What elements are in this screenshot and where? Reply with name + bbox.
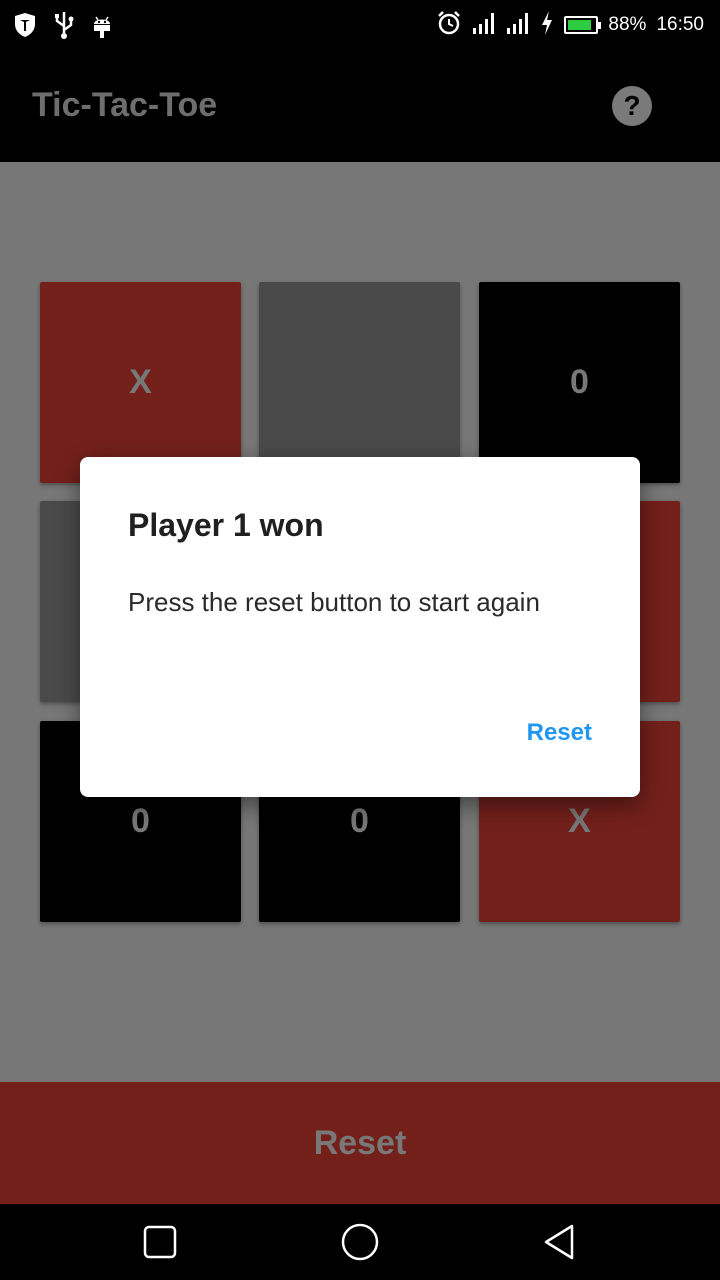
cell-mark: 0: [131, 802, 150, 840]
battery-icon: [564, 16, 602, 34]
alarm-icon: [436, 10, 462, 40]
home-icon[interactable]: [340, 1222, 380, 1266]
cell-mark: X: [568, 802, 591, 840]
board-cell[interactable]: [259, 282, 460, 483]
battery-percent: 88%: [608, 14, 647, 35]
game-over-dialog: Player 1 won Press the reset button to s…: [80, 457, 640, 797]
nav-bar: [0, 1204, 720, 1280]
signal-icon: [472, 10, 496, 40]
board-cell[interactable]: 0: [479, 282, 680, 483]
cell-mark: 0: [350, 802, 369, 840]
signal-icon: [506, 10, 530, 40]
usb-icon: [52, 10, 76, 44]
app-title: Tic-Tac-Toe: [32, 86, 218, 124]
clock: 16:50: [656, 14, 704, 35]
status-bar: 88% 16:50: [0, 0, 720, 52]
back-icon[interactable]: [542, 1222, 578, 1266]
reset-button-label: Reset: [313, 1123, 407, 1162]
cell-mark: 0: [570, 363, 589, 401]
dialog-title: Player 1 won: [128, 507, 324, 543]
dialog-reset-button[interactable]: Reset: [527, 719, 592, 747]
cell-mark: X: [129, 363, 152, 401]
reset-button[interactable]: Reset: [0, 1082, 720, 1204]
shield-icon: [12, 11, 38, 43]
charging-icon: [540, 10, 554, 40]
android-debug-icon: [90, 11, 114, 43]
app-bar: Tic-Tac-Toe ?: [0, 52, 720, 162]
dialog-message: Press the reset button to start again: [128, 587, 540, 617]
recent-apps-icon[interactable]: [142, 1222, 178, 1266]
help-button[interactable]: ?: [612, 86, 652, 126]
board-cell[interactable]: X: [40, 282, 241, 483]
battery-fill: [568, 20, 592, 30]
